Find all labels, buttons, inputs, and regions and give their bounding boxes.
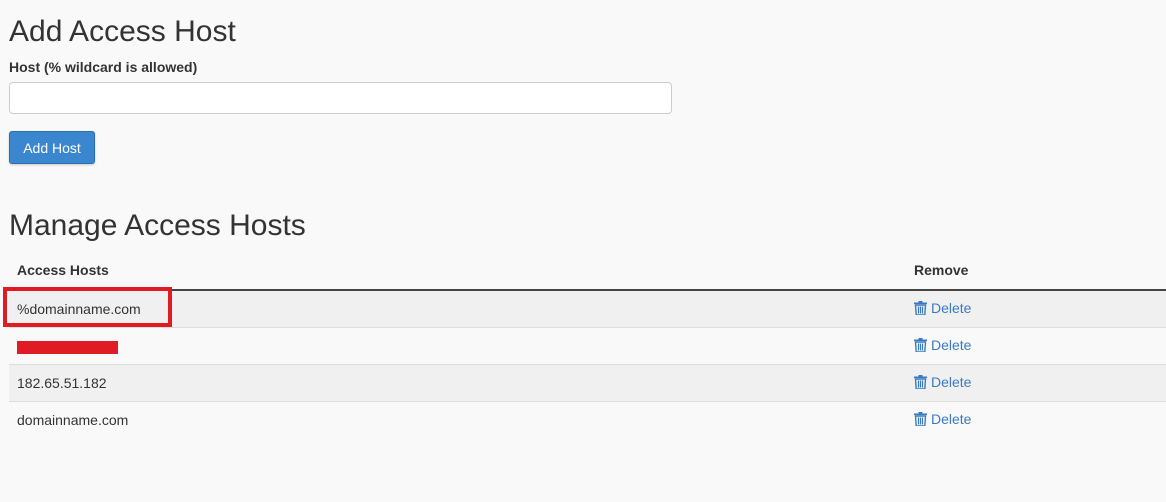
delete-link[interactable]: Delete: [914, 411, 971, 427]
table-row: Delete: [9, 327, 1166, 365]
redaction-bar: [17, 340, 118, 354]
page: Add Access Host Host (% wildcard is allo…: [0, 0, 1166, 502]
host-field-label: Host (% wildcard is allowed): [9, 59, 198, 75]
column-header-remove: Remove: [906, 252, 1166, 291]
trash-icon: [914, 412, 927, 426]
delete-label: Delete: [931, 411, 972, 427]
trash-icon: [914, 301, 927, 315]
host-cell: 182.65.51.182: [9, 364, 906, 402]
table-row: domainname.com Delete: [9, 401, 1166, 438]
host-cell: domainname.com: [9, 401, 906, 438]
delete-label: Delete: [931, 374, 972, 390]
remove-cell: Delete: [906, 289, 1166, 328]
delete-label: Delete: [931, 337, 972, 353]
column-header-access-hosts: Access Hosts: [9, 252, 906, 291]
delete-label: Delete: [931, 300, 972, 316]
remove-cell: Delete: [906, 364, 1166, 402]
delete-link[interactable]: Delete: [914, 300, 971, 316]
host-cell: [9, 327, 906, 365]
trash-icon: [914, 338, 927, 352]
remove-cell: Delete: [906, 327, 1166, 365]
host-cell: %domainname.com: [9, 289, 906, 328]
add-access-host-title: Add Access Host: [9, 15, 236, 48]
manage-access-hosts-title: Manage Access Hosts: [9, 209, 306, 242]
host-input[interactable]: [9, 82, 672, 114]
remove-cell: Delete: [906, 401, 1166, 438]
delete-link[interactable]: Delete: [914, 337, 971, 353]
table-row: %domainname.com Delete: [9, 289, 1166, 328]
table-row: 182.65.51.182 Delete: [9, 364, 1166, 402]
delete-link[interactable]: Delete: [914, 374, 971, 390]
access-hosts-table: Access Hosts Remove %domainname.com Dele…: [9, 252, 1166, 438]
trash-icon: [914, 375, 927, 389]
add-host-button[interactable]: Add Host: [9, 131, 95, 164]
table-header-row: Access Hosts Remove: [9, 252, 1166, 291]
